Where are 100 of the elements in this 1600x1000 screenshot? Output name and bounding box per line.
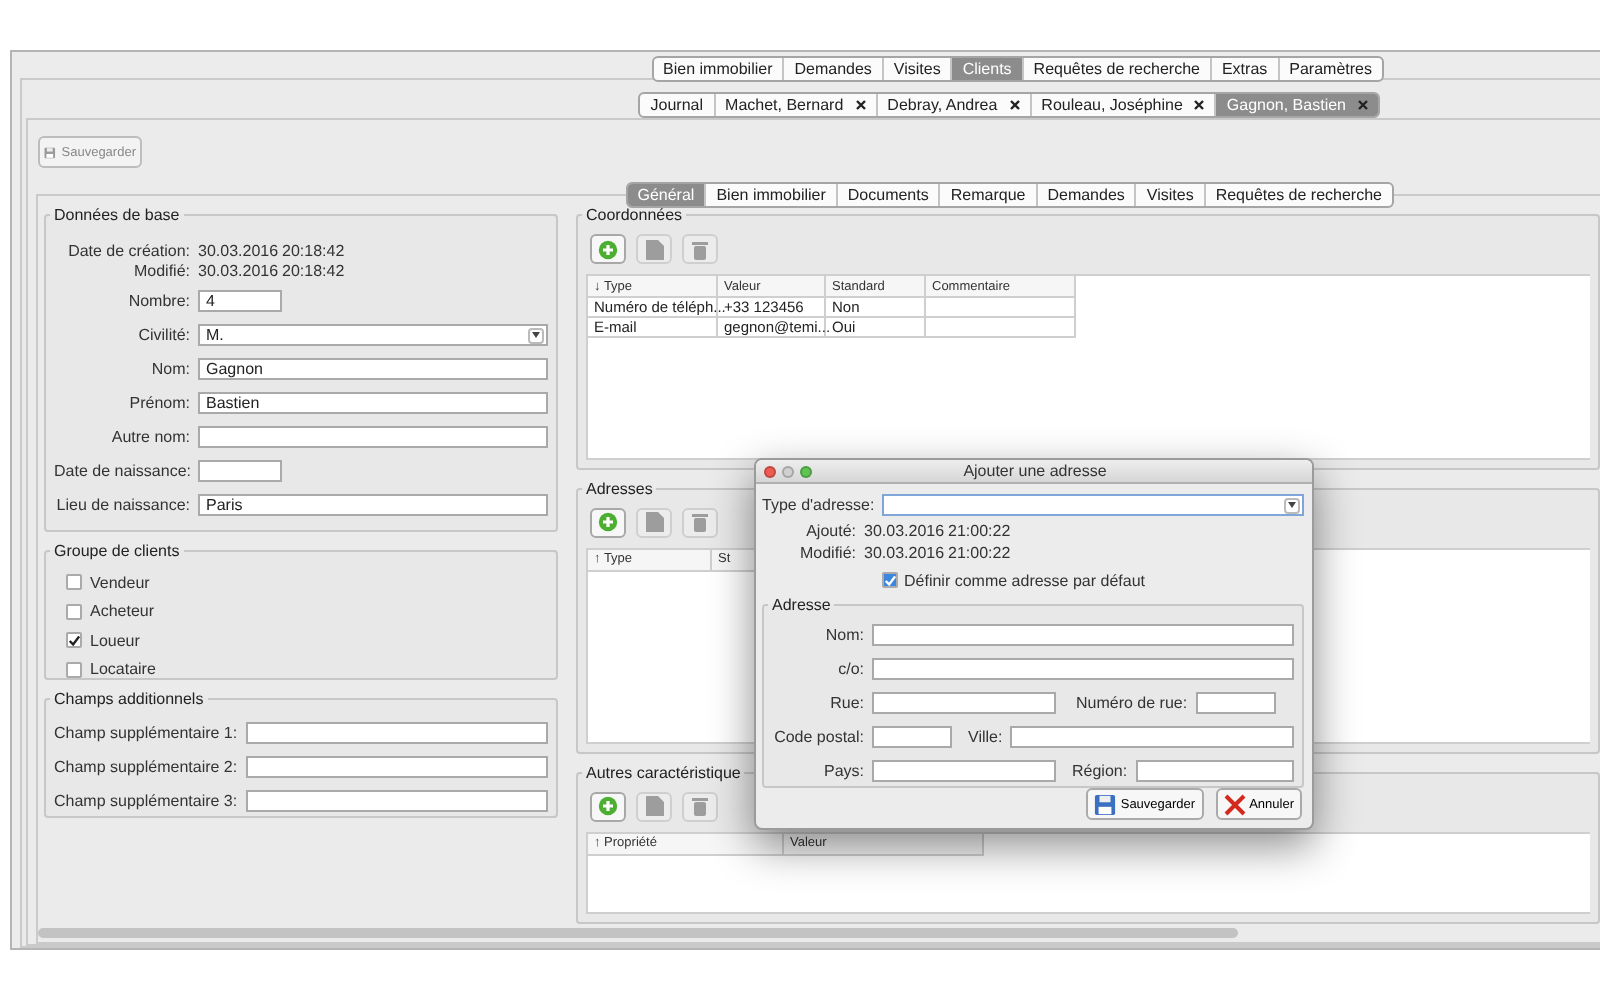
- dialog-title: Ajouter une adresse: [961, 462, 1109, 480]
- add-button[interactable]: [590, 791, 626, 822]
- time-text: 20:18:42: [282, 261, 345, 279]
- document-icon: [645, 796, 663, 817]
- group-title: Autres caractéristique: [584, 763, 743, 782]
- time-text: 21:00:22: [948, 544, 1011, 562]
- field-label: Numéro de rue:: [1076, 694, 1188, 712]
- checkbox[interactable]: [66, 574, 82, 591]
- field-label: c/o:: [836, 660, 864, 678]
- minimize-button[interactable]: [782, 465, 794, 477]
- input-field[interactable]: [1195, 692, 1276, 714]
- field-label: Date de création:: [66, 241, 190, 259]
- field-label: Prénom:: [127, 394, 190, 412]
- main-tab[interactable]: Demandes: [784, 58, 884, 80]
- checkbox[interactable]: [66, 632, 82, 649]
- field-label: Nombre:: [126, 292, 190, 310]
- input-field[interactable]: [872, 726, 952, 748]
- input-field[interactable]: [872, 760, 1056, 782]
- input-field[interactable]: [198, 426, 548, 448]
- section-tab[interactable]: Requêtes de recherche: [1205, 184, 1392, 206]
- input-field[interactable]: [246, 756, 548, 778]
- input-field[interactable]: [1135, 760, 1294, 782]
- client-tab[interactable]: Debray, Andrea: [877, 94, 1032, 116]
- group-title: Données de base: [52, 206, 182, 224]
- input-field[interactable]: [198, 460, 282, 482]
- field-label: Type d'adresse:: [762, 496, 875, 514]
- input-field[interactable]: Bastien: [198, 392, 548, 414]
- input-field[interactable]: [872, 624, 1294, 646]
- date-text: 30.03.2016: [864, 544, 940, 562]
- input-field[interactable]: Gagnon: [198, 358, 548, 380]
- section-tab[interactable]: Demandes: [1037, 184, 1137, 206]
- section-tab[interactable]: Bien immobilier: [706, 184, 838, 206]
- checkbox-label: Acheteur: [90, 602, 155, 621]
- field-label: Lieu de naissance:: [54, 496, 190, 514]
- close-icon: [1223, 793, 1246, 815]
- field-label: Modifié:: [131, 261, 190, 279]
- date-text: 30.03.2016: [864, 522, 940, 540]
- field-label: Autre nom:: [109, 428, 190, 446]
- field-label: Pays:: [821, 762, 864, 780]
- field-label: Nom:: [823, 626, 864, 644]
- trash-icon: [692, 239, 708, 259]
- checkbox[interactable]: [66, 661, 82, 678]
- add-button[interactable]: [590, 507, 626, 538]
- field-label: Champ supplémentaire 3:: [54, 792, 238, 810]
- close-button[interactable]: [764, 465, 776, 477]
- section-tab[interactable]: Visites: [1136, 184, 1206, 206]
- time-text: 21:00:22: [948, 522, 1011, 540]
- input-field[interactable]: [1010, 726, 1294, 748]
- client-tab[interactable]: Journal: [640, 94, 716, 116]
- civility-select[interactable]: M.: [198, 324, 548, 346]
- input-field[interactable]: Paris: [198, 494, 548, 516]
- field-label: Modifié:: [797, 544, 856, 562]
- scrollbar[interactable]: [38, 928, 1238, 938]
- section-tab[interactable]: Remarque: [940, 184, 1038, 206]
- add-icon: [598, 512, 618, 533]
- address-type-select[interactable]: [882, 494, 1304, 516]
- add-icon: [598, 239, 618, 259]
- document-icon: [645, 512, 663, 533]
- input-field[interactable]: [872, 692, 1056, 714]
- add-icon: [598, 796, 618, 817]
- document-icon: [645, 239, 663, 259]
- field-label: Code postal:: [772, 728, 864, 746]
- close-icon[interactable]: [855, 100, 866, 110]
- section-tab[interactable]: Documents: [837, 184, 941, 206]
- group-title: Coordonnées: [584, 206, 685, 224]
- input-field[interactable]: [246, 790, 548, 812]
- field-label: Date de naissance:: [54, 462, 190, 480]
- input-field[interactable]: 4: [198, 290, 282, 312]
- main-tab[interactable]: Extras: [1211, 58, 1280, 80]
- client-tab[interactable]: Machet, Bernard: [715, 94, 878, 116]
- add-button[interactable]: [590, 234, 626, 264]
- floppy-icon: [1094, 793, 1117, 815]
- field-label: Région:: [1072, 762, 1128, 780]
- checkbox-label: Définir comme adresse par défaut: [904, 571, 1145, 589]
- group-title: Champs additionnels: [52, 690, 206, 708]
- field-label: Civilité:: [136, 326, 190, 344]
- main-tab[interactable]: Requêtes de recherche: [1023, 58, 1212, 80]
- checkbox-label: Loueur: [90, 631, 140, 650]
- close-icon[interactable]: [1194, 100, 1205, 110]
- input-field[interactable]: [872, 658, 1294, 680]
- field-label: Champ supplémentaire 1:: [54, 724, 238, 742]
- trash-icon: [692, 512, 708, 533]
- field-label: Champ supplémentaire 2:: [54, 758, 238, 776]
- group-title: Adresse: [770, 596, 833, 614]
- input-field[interactable]: [246, 722, 548, 744]
- group-title: Adresses: [584, 479, 655, 498]
- date-text: 30.03.2016: [198, 241, 274, 259]
- main-tab[interactable]: Paramètres: [1279, 58, 1382, 80]
- checkbox[interactable]: [882, 572, 898, 588]
- field-label: Ville:: [968, 728, 1003, 746]
- checkbox-label: Locataire: [90, 660, 156, 679]
- field-label: Nom:: [149, 360, 190, 378]
- checkbox-label: Vendeur: [90, 573, 150, 592]
- time-text: 20:18:42: [282, 241, 345, 259]
- field-label: Ajouté:: [804, 522, 856, 540]
- date-text: 30.03.2016: [198, 261, 274, 279]
- checkbox[interactable]: [66, 603, 82, 620]
- close-icon[interactable]: [1009, 100, 1020, 110]
- zoom-button[interactable]: [800, 465, 812, 477]
- trash-icon: [692, 796, 708, 817]
